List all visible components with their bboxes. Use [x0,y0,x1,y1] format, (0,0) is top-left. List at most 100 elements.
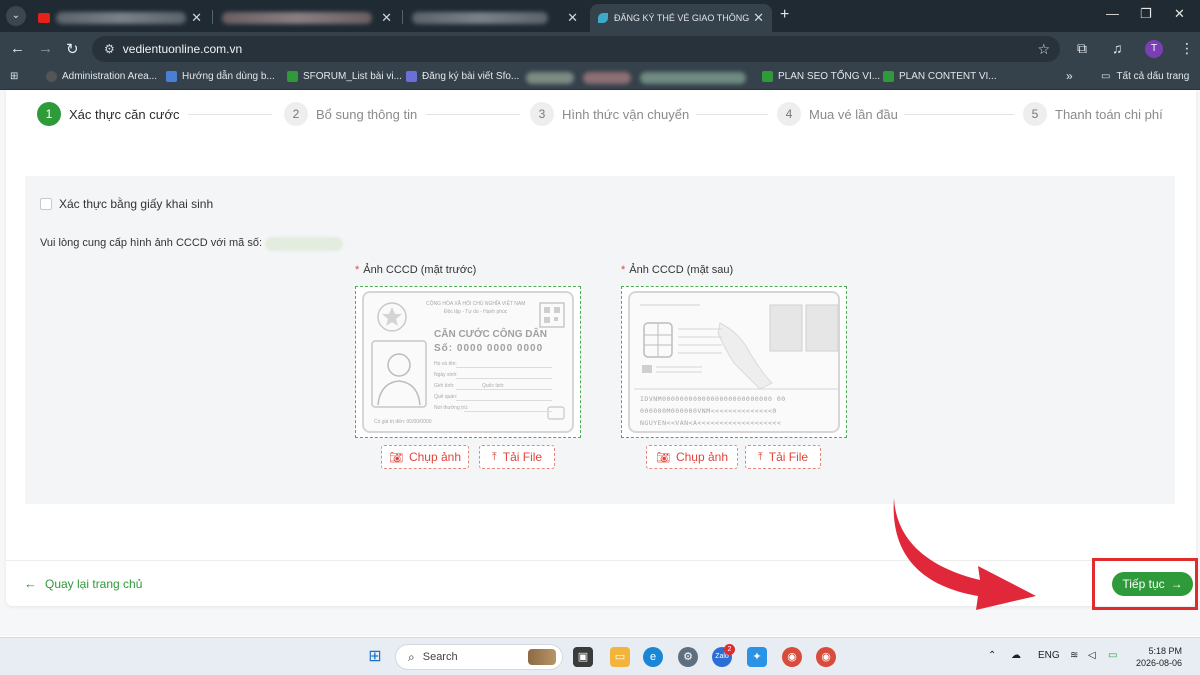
bookmarks-bar: ⊞ Administration Area... Hướng dẫn dùng … [0,66,1200,90]
apps-grid-icon[interactable]: ⊞ [10,71,18,82]
browser-tab-active[interactable]: ĐĂNG KÝ THẺ VÉ GIAO THÔNG ✕ [590,4,772,32]
edge-icon[interactable]: e [643,647,663,667]
bookmarks-overflow-icon[interactable]: » [1066,69,1073,83]
front-id-label: * Ảnh CCCD (mặt trước) [355,264,476,276]
step-connector [696,114,768,115]
bookmark-item[interactable]: Đăng ký bài viết Sfo... [406,71,519,82]
back-arrow-icon[interactable]: ← [10,40,25,57]
clock-time: 5:18 PM [1148,646,1183,656]
tab-search-menu-icon[interactable]: ⌄ [6,6,26,26]
step-3: 3 Hình thức vận chuyển [530,102,689,126]
browser-tab-2[interactable]: ✕ [214,4,400,32]
id-expiry: Có giá trị đến: 00/00/0000 [374,419,432,425]
copilot-icon[interactable]: ✦ [747,647,767,667]
task-view-icon[interactable]: ▣ [573,647,593,667]
back-upload-button[interactable]: ⤒ Tải File [745,445,821,469]
settings-icon[interactable]: ⚙ [678,647,698,667]
close-tab-icon[interactable]: ✕ [191,10,202,26]
site-info-icon[interactable]: ⚙ [104,42,115,56]
volume-icon[interactable]: ◁ [1088,650,1096,661]
battery-icon[interactable]: ▭ [1108,650,1117,661]
tray-overflow-icon[interactable]: ⌃ [988,650,996,661]
step-connector [188,114,272,115]
youtube-icon [38,13,50,23]
site-favicon-icon [598,13,608,23]
chrome-profile-1-icon[interactable]: ◉ [782,647,802,667]
id-prompt: Vui lòng cung cấp hình ảnh CCCD với mã s… [40,237,263,249]
file-explorer-icon[interactable]: ▭ [610,647,630,667]
media-controls-icon[interactable]: ♫ [1112,40,1123,56]
extensions-icon[interactable]: ⧉ [1077,40,1087,57]
bookmark-star-icon[interactable]: ☆ [1037,41,1050,58]
bookmark-item[interactable]: Administration Area... [46,71,157,82]
birth-certificate-label[interactable]: Xác thực bằng giấy khai sinh [59,197,213,211]
minimize-icon[interactable]: — [1106,6,1119,21]
wifi-icon[interactable]: ≋ [1070,650,1078,661]
id-field-line [456,389,552,390]
taskbar-search[interactable]: ⌕ Search [395,644,563,670]
bookmark-item[interactable]: PLAN CONTENT VI... [883,71,997,82]
close-tab-icon[interactable]: ✕ [567,10,578,26]
back-to-home-link[interactable]: ← Quay lại trang chủ [24,576,142,591]
close-tab-icon[interactable]: ✕ [753,10,764,26]
step-number: 4 [777,102,801,126]
sheets-icon [762,71,773,82]
bookmark-item[interactable]: SFORUM_List bài vi... [287,71,402,82]
step-number: 2 [284,102,308,126]
blurred-bookmark[interactable] [583,72,631,84]
back-id-dropzone[interactable]: IDVNM0000000000000000000000000 00 000000… [621,286,847,438]
tab-separator [212,10,213,24]
tab-title-blurred [222,12,372,24]
search-label: Search [422,651,458,663]
onedrive-icon[interactable]: ☁ [1011,650,1021,661]
mrz-line-1: IDVNM0000000000000000000000000 00 [640,395,786,403]
blurred-bookmark[interactable] [640,72,746,84]
arrow-left-icon: ← [24,576,37,591]
new-tab-icon[interactable]: + [780,6,789,24]
front-id-dropzone[interactable]: CỘNG HÒA XÃ HỘI CHỦ NGHĨA VIỆT NAM Độc l… [355,286,581,438]
window-close-icon[interactable]: ✕ [1174,6,1185,22]
step-label: Hình thức vận chuyển [562,106,690,122]
back-capture-button[interactable]: 📷︎ Chụp ảnh [646,445,738,469]
address-bar[interactable]: ⚙ vedientuonline.com.vn ☆ [92,36,1060,62]
browser-tab-1[interactable]: ✕ [30,4,210,32]
upload-label: Tải File [768,450,809,464]
forward-arrow-icon[interactable]: → [38,40,53,57]
front-capture-button[interactable]: 📷︎ Chụp ảnh [381,445,469,469]
reload-icon[interactable]: ↻ [66,40,79,58]
all-bookmarks[interactable]: ▭ Tất cả dấu trang [1101,71,1189,82]
bookmark-item[interactable]: PLAN SEO TỔNG VI... [762,71,880,82]
step-label: Mua vé lần đầu [809,106,898,122]
profile-avatar[interactable]: T [1145,40,1163,58]
birth-certificate-checkbox[interactable] [40,198,52,210]
restore-icon[interactable]: ❐ [1140,6,1152,22]
taskbar-clock[interactable]: 5:18 PM 2026-08-06 [1136,645,1182,669]
browser-menu-icon[interactable]: ⋮ [1180,40,1194,57]
id-field-line [456,367,552,368]
front-id-label-text: Ảnh CCCD (mặt trước) [363,264,477,276]
step-number: 3 [530,102,554,126]
language-indicator[interactable]: ENG [1038,650,1060,661]
sheets-icon [287,71,298,82]
step-connector [904,114,1014,115]
id-field-sex: Giới tính: [434,383,455,389]
site-icon [46,71,57,82]
bookmark-label: SFORUM_List bài vi... [303,71,402,82]
browser-tab-strip: ⌄ ✕ ✕ ✕ ĐĂNG KÝ THẺ VÉ GIAO THÔNG ✕ + — … [0,0,1200,32]
step-label: Bổ sung thông tin [316,106,418,122]
close-tab-icon[interactable]: ✕ [381,10,392,26]
bookmark-item[interactable]: Hướng dẫn dùng b... [166,71,275,82]
annotation-arrow-icon [893,498,1036,610]
front-upload-button[interactable]: ⤒ Tải File [479,445,555,469]
id-field-line [456,400,552,401]
masked-id-number [265,237,343,251]
windows-start-icon[interactable]: ⊞ [365,647,385,667]
chrome-profile-2-icon[interactable]: ◉ [816,647,836,667]
back-id-placeholder: IDVNM0000000000000000000000000 00 000000… [628,291,840,433]
browser-tab-3[interactable]: ✕ [404,4,586,32]
back-to-home-label: Quay lại trang chủ [45,576,143,591]
id-upload-panel: Xác thực bằng giấy khai sinh Vui lòng cu… [25,176,1175,504]
blurred-bookmark[interactable] [526,72,574,84]
mrz-line-2: 000000M000000VNM<<<<<<<<<<<<<<0 [640,407,777,415]
step-5: 5 Thanh toán chi phí [1023,102,1163,126]
